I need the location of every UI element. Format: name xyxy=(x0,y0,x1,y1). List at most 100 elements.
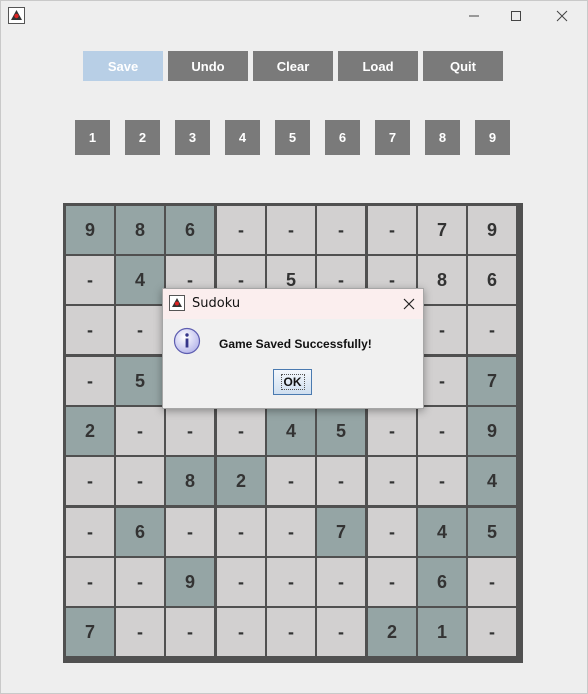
sudoku-cell-r7-c9[interactable]: 5 xyxy=(468,508,516,556)
maximize-icon xyxy=(511,11,521,21)
sudoku-cell-r6-c2[interactable]: - xyxy=(116,457,164,505)
sudoku-cell-r6-c5[interactable]: - xyxy=(267,457,315,505)
sudoku-cell-r5-c3[interactable]: - xyxy=(166,407,214,455)
sudoku-cell-r9-c4[interactable]: - xyxy=(217,608,265,656)
sudoku-cell-r7-c2[interactable]: 6 xyxy=(116,508,164,556)
sudoku-cell-r5-c9[interactable]: 9 xyxy=(468,407,516,455)
sudoku-cell-r7-c1[interactable]: - xyxy=(66,508,114,556)
sudoku-cell-r3-c8[interactable]: - xyxy=(418,306,466,354)
sudoku-cell-r2-c8[interactable]: 8 xyxy=(418,256,466,304)
number-5-button[interactable]: 5 xyxy=(275,120,310,155)
sudoku-cell-r8-c2[interactable]: - xyxy=(116,558,164,606)
number-7-button[interactable]: 7 xyxy=(375,120,410,155)
information-icon xyxy=(173,327,201,355)
sudoku-cell-r1-c6[interactable]: - xyxy=(317,206,365,254)
sudoku-board: 986----79-4--5--86----------5------72---… xyxy=(63,203,523,663)
minimize-icon xyxy=(469,15,479,17)
sudoku-cell-r6-c3[interactable]: 8 xyxy=(166,457,214,505)
sudoku-cell-r2-c1[interactable]: - xyxy=(66,256,114,304)
save-button[interactable]: Save xyxy=(83,51,163,81)
sudoku-cell-r9-c3[interactable]: - xyxy=(166,608,214,656)
sudoku-cell-r2-c9[interactable]: 6 xyxy=(468,256,516,304)
sudoku-cell-r1-c9[interactable]: 9 xyxy=(468,206,516,254)
number-3-button[interactable]: 3 xyxy=(175,120,210,155)
minimize-button[interactable] xyxy=(451,1,497,31)
sudoku-cell-r8-c7[interactable]: - xyxy=(368,558,416,606)
clear-button[interactable]: Clear xyxy=(253,51,333,81)
sudoku-cell-r6-c4[interactable]: 2 xyxy=(217,457,265,505)
sudoku-cell-r4-c9[interactable]: 7 xyxy=(468,357,516,405)
load-button[interactable]: Load xyxy=(338,51,418,81)
sudoku-cell-r3-c1[interactable]: - xyxy=(66,306,114,354)
sudoku-cell-r7-c4[interactable]: - xyxy=(217,508,265,556)
sudoku-cell-r1-c1[interactable]: 9 xyxy=(66,206,114,254)
sudoku-cell-r6-c6[interactable]: - xyxy=(317,457,365,505)
dialog-titlebar[interactable]: Sudoku xyxy=(163,289,423,319)
sudoku-cell-r3-c2[interactable]: - xyxy=(116,306,164,354)
sudoku-cell-r8-c5[interactable]: - xyxy=(267,558,315,606)
dialog-close-button[interactable] xyxy=(399,294,419,314)
sudoku-cell-r5-c5[interactable]: 4 xyxy=(267,407,315,455)
close-button[interactable] xyxy=(539,1,585,31)
number-4-button[interactable]: 4 xyxy=(225,120,260,155)
close-icon xyxy=(556,10,568,22)
sudoku-cell-r9-c8[interactable]: 1 xyxy=(418,608,466,656)
number-2-button[interactable]: 2 xyxy=(125,120,160,155)
sudoku-cell-r9-c1[interactable]: 7 xyxy=(66,608,114,656)
sudoku-cell-r9-c9[interactable]: - xyxy=(468,608,516,656)
maximize-button[interactable] xyxy=(493,1,539,31)
sudoku-cell-r8-c6[interactable]: - xyxy=(317,558,365,606)
sudoku-cell-r2-c2[interactable]: 4 xyxy=(116,256,164,304)
sudoku-cell-r8-c1[interactable]: - xyxy=(66,558,114,606)
sudoku-cell-r4-c2[interactable]: 5 xyxy=(116,357,164,405)
number-8-button[interactable]: 8 xyxy=(425,120,460,155)
sudoku-cell-r1-c5[interactable]: - xyxy=(267,206,315,254)
sudoku-cell-r3-c9[interactable]: - xyxy=(468,306,516,354)
sudoku-cell-r9-c6[interactable]: - xyxy=(317,608,365,656)
window-titlebar[interactable] xyxy=(1,1,587,31)
sudoku-cell-r8-c3[interactable]: 9 xyxy=(166,558,214,606)
number-6-button[interactable]: 6 xyxy=(325,120,360,155)
sudoku-cell-r9-c2[interactable]: - xyxy=(116,608,164,656)
undo-button[interactable]: Undo xyxy=(168,51,248,81)
sudoku-cell-r7-c6[interactable]: 7 xyxy=(317,508,365,556)
dialog-message: Game Saved Successfully! xyxy=(219,337,372,351)
sudoku-cell-r1-c3[interactable]: 6 xyxy=(166,206,214,254)
sudoku-cell-r1-c7[interactable]: - xyxy=(368,206,416,254)
sudoku-cell-r5-c6[interactable]: 5 xyxy=(317,407,365,455)
quit-button[interactable]: Quit xyxy=(423,51,503,81)
sudoku-cell-r7-c5[interactable]: - xyxy=(267,508,315,556)
sudoku-cell-r9-c5[interactable]: - xyxy=(267,608,315,656)
ok-button-label: OK xyxy=(280,374,305,390)
ok-button[interactable]: OK xyxy=(273,369,312,395)
sudoku-cell-r6-c9[interactable]: 4 xyxy=(468,457,516,505)
sudoku-cell-r5-c2[interactable]: - xyxy=(116,407,164,455)
sudoku-cell-r6-c7[interactable]: - xyxy=(368,457,416,505)
sudoku-cell-r8-c9[interactable]: - xyxy=(468,558,516,606)
sudoku-cell-r7-c8[interactable]: 4 xyxy=(418,508,466,556)
sudoku-cell-r6-c1[interactable]: - xyxy=(66,457,114,505)
save-dialog: Sudoku Game Saved Successfully! OK xyxy=(162,288,424,409)
sudoku-cell-r5-c4[interactable]: - xyxy=(217,407,265,455)
sudoku-cell-r1-c2[interactable]: 8 xyxy=(116,206,164,254)
sudoku-cell-r1-c4[interactable]: - xyxy=(217,206,265,254)
sudoku-cell-r4-c8[interactable]: - xyxy=(418,357,466,405)
number-1-button[interactable]: 1 xyxy=(75,120,110,155)
sudoku-cell-r7-c7[interactable]: - xyxy=(368,508,416,556)
sudoku-cell-r5-c7[interactable]: - xyxy=(368,407,416,455)
number-9-button[interactable]: 9 xyxy=(475,120,510,155)
sudoku-cell-r5-c8[interactable]: - xyxy=(418,407,466,455)
sudoku-cell-r5-c1[interactable]: 2 xyxy=(66,407,114,455)
sudoku-cell-r1-c8[interactable]: 7 xyxy=(418,206,466,254)
sudoku-window: Save Undo Clear Load Quit 123456789 986-… xyxy=(0,0,588,694)
sudoku-cell-r8-c8[interactable]: 6 xyxy=(418,558,466,606)
close-icon xyxy=(403,298,415,310)
sudoku-cell-r7-c3[interactable]: - xyxy=(166,508,214,556)
sudoku-cell-r4-c1[interactable]: - xyxy=(66,357,114,405)
java-duke-icon xyxy=(8,7,25,24)
sudoku-cell-r9-c7[interactable]: 2 xyxy=(368,608,416,656)
sudoku-cell-r8-c4[interactable]: - xyxy=(217,558,265,606)
dialog-title: Sudoku xyxy=(192,296,241,311)
java-duke-icon xyxy=(169,295,185,311)
sudoku-cell-r6-c8[interactable]: - xyxy=(418,457,466,505)
